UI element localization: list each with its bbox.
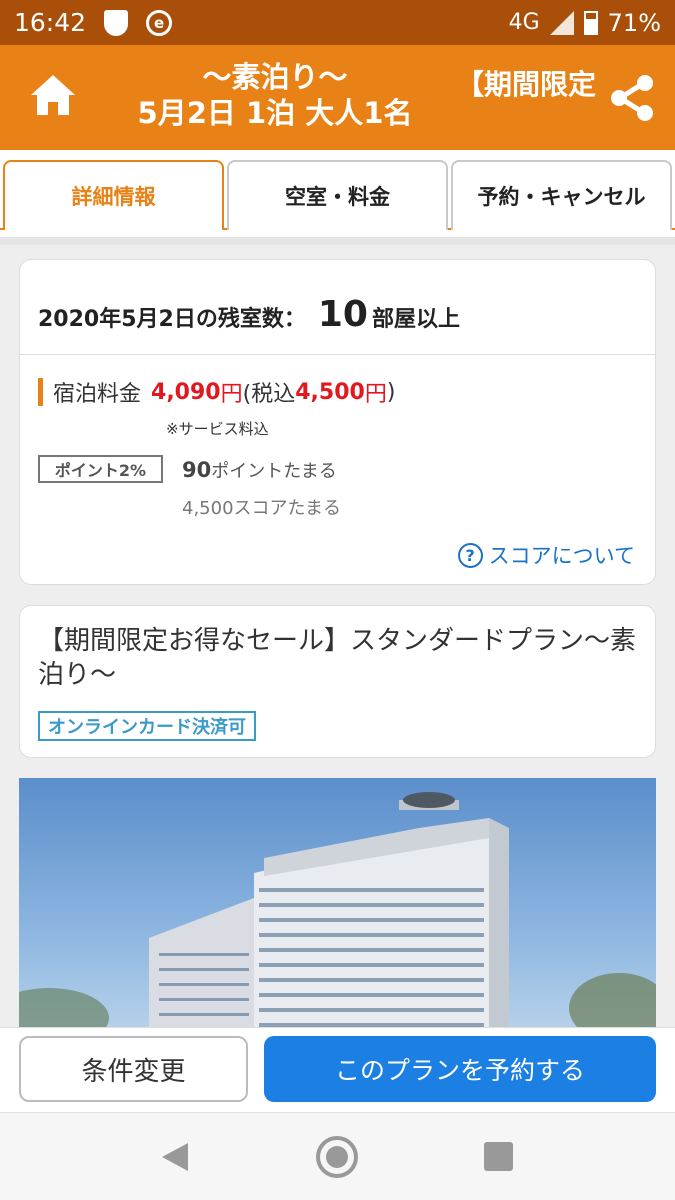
system-nav-bar [0,1112,675,1200]
status-bar: 16:42 e 4G 71% [0,0,675,45]
points-suffix: ポイントたまる [211,461,337,482]
price-tax-suffix: ) [386,379,396,405]
status-time: 16:42 [14,8,87,37]
point-rate-badge: ポイント2% [38,455,163,483]
service-note: ※サービス料込 [166,420,269,438]
rooms-count: 10 [317,294,368,335]
payment-badge: オンラインカード決済可 [38,711,256,741]
price-tax-prefix: (税込 [242,382,296,407]
shield-icon [104,9,129,36]
battery-icon [583,10,598,35]
home-circle-icon[interactable] [316,1136,358,1178]
home-icon[interactable] [28,71,78,121]
action-bar: 条件変更 このプランを予約する [0,1027,675,1112]
divider [20,354,655,355]
plan-card: 【期間限定お得なセール】スタンダードプラン〜素泊り〜 オンラインカード決済可 [19,605,656,758]
hotel-photo [19,778,656,1030]
price-row: 宿泊料金 4,090 円 (税込 4,500 円 ) [38,376,395,408]
plan-title: 【期間限定お得なセール】スタンダードプラン〜素泊り〜 [38,626,637,690]
price-label: 宿泊料金 [53,382,142,407]
tab-bar: 詳細情報 空室・料金 予約・キャンセル [0,150,675,245]
price-tax-amount: 4,500 [295,379,365,405]
battery-percent: 71% [607,8,661,37]
hotel-building-image [19,792,656,1030]
price-amount: 4,090 [151,379,221,405]
header-title-plan: 〜素泊り〜 [202,60,348,94]
price-accent-bar [38,378,43,406]
tab-availability[interactable]: 空室・料金 [227,160,448,230]
points-earned: 90ポイントたまる [182,457,337,483]
score-link-label: スコアについて [488,544,635,568]
signal-icon [549,10,574,35]
rooms-left: 2020年5月2日の残室数： 10 部屋以上 [38,294,460,335]
rooms-suffix: 部屋以上 [371,307,460,332]
points-amount: 90 [182,458,212,482]
tab-details[interactable]: 詳細情報 [3,160,224,230]
score-earned: 4,500スコアたまる [182,498,341,519]
price-unit: 円 [220,382,243,407]
back-icon[interactable] [160,1141,190,1173]
app-header: 〜素泊り〜 5月2日 1泊 大人1名 【期間限定 [0,45,675,150]
share-icon[interactable] [608,73,656,123]
header-marquee: 【期間限定 [456,68,596,101]
availability-card: 2020年5月2日の残室数： 10 部屋以上 宿泊料金 4,090 円 (税込 … [19,259,656,585]
price-tax-unit: 円 [364,382,387,407]
question-icon: ? [457,542,483,568]
header-title-stay: 5月2日 1泊 大人1名 [137,96,413,130]
e-app-icon: e [146,9,173,36]
change-conditions-button[interactable]: 条件変更 [19,1036,248,1102]
reserve-plan-button[interactable]: このプランを予約する [264,1036,656,1102]
network-label: 4G [508,10,540,35]
rooms-date-label: 2020年5月2日の残室数： [38,307,306,332]
header-title: 〜素泊り〜 5月2日 1泊 大人1名 [110,59,440,131]
recents-icon[interactable] [484,1142,513,1171]
score-info-link[interactable]: ? スコアについて [457,540,635,570]
tab-reservation[interactable]: 予約・キャンセル [451,160,672,230]
